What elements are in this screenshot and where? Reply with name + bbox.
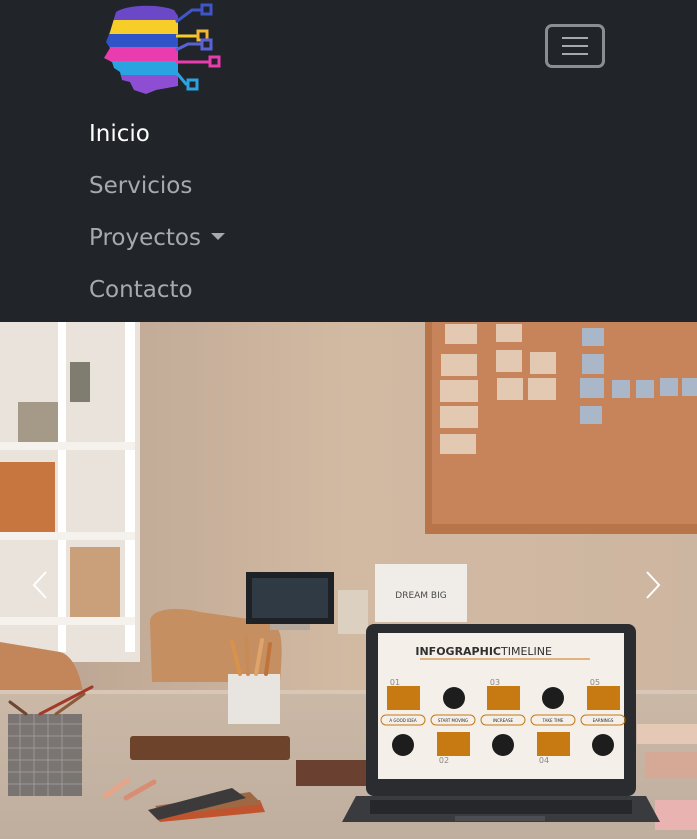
timeline-step: TAKE TIME — [542, 718, 564, 723]
laptop-title-bold: INFOGRAPHIC — [415, 645, 501, 658]
head-circuit-logo[interactable] — [98, 2, 224, 95]
timeline-step: A GOOD IDEA — [389, 718, 417, 723]
navbar-toggler-button[interactable] — [545, 24, 605, 68]
carousel-slide-image: DREAM BIG INFOGRAPHIC TIMELINE A GOOD ID… — [0, 322, 697, 839]
nav-menu: Inicio Servicios Proyectos Contacto — [89, 108, 225, 316]
timeline-number: 03 — [490, 678, 500, 687]
nav-item-label: Inicio — [89, 121, 150, 147]
timeline-step: EARNINGS — [593, 718, 614, 723]
carousel-prev-button[interactable] — [20, 560, 60, 610]
navbar: Inicio Servicios Proyectos Contacto — [0, 0, 697, 322]
laptop-title-light: TIMELINE — [500, 645, 552, 658]
nav-item-label: Proyectos — [89, 225, 201, 251]
timeline-number: 05 — [590, 678, 600, 687]
monitor-sign-text: DREAM BIG — [395, 591, 446, 601]
nav-item-proyectos-dropdown[interactable]: Proyectos — [89, 212, 225, 264]
nav-item-contacto[interactable]: Contacto — [89, 264, 225, 316]
timeline-number: 01 — [390, 678, 400, 687]
nav-item-inicio[interactable]: Inicio — [89, 108, 225, 160]
chevron-left-icon — [32, 571, 47, 599]
hero-carousel: DREAM BIG INFOGRAPHIC TIMELINE A GOOD ID… — [0, 322, 697, 839]
hamburger-icon — [562, 37, 588, 55]
caret-down-icon — [210, 232, 225, 240]
nav-item-servicios[interactable]: Servicios — [89, 160, 225, 212]
timeline-step: START MOVING — [438, 718, 468, 723]
carousel-next-button[interactable] — [633, 560, 673, 610]
nav-item-label: Contacto — [89, 277, 193, 303]
timeline-number: 04 — [539, 756, 549, 765]
timeline-step: INCREASE — [493, 718, 514, 723]
chevron-right-icon — [646, 571, 661, 599]
timeline-number: 02 — [439, 756, 449, 765]
nav-item-label: Servicios — [89, 173, 193, 199]
